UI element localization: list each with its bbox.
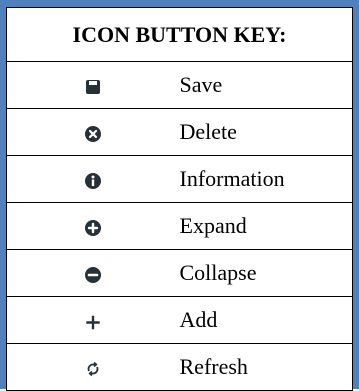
icon-button-key-table: ICON BUTTON KEY: Save Delete Information…: [6, 7, 353, 391]
key-label-save: Save: [179, 61, 353, 109]
refresh-icon: [84, 360, 102, 378]
key-row-expand: Expand: [6, 202, 353, 250]
information-icon: [84, 172, 102, 190]
add-icon: [84, 313, 102, 331]
key-row-information: Information: [6, 155, 353, 203]
key-label-expand: Expand: [179, 202, 353, 250]
key-title: ICON BUTTON KEY:: [6, 7, 353, 62]
key-header-row: ICON BUTTON KEY:: [6, 7, 353, 62]
key-row-refresh: Refresh: [6, 343, 353, 391]
key-row-delete: Delete: [6, 108, 353, 156]
key-row-save: Save: [6, 61, 353, 109]
delete-icon: [84, 125, 102, 143]
key-label-collapse: Collapse: [179, 249, 353, 297]
expand-icon: [84, 219, 102, 237]
icon-key-frame: ICON BUTTON KEY: Save Delete Information…: [0, 0, 359, 391]
save-icon: [84, 78, 102, 96]
key-row-add: Add: [6, 296, 353, 344]
key-label-delete: Delete: [179, 108, 353, 156]
key-row-collapse: Collapse: [6, 249, 353, 297]
key-label-add: Add: [179, 296, 353, 344]
collapse-icon: [84, 266, 102, 284]
key-label-information: Information: [179, 155, 353, 203]
key-label-refresh: Refresh: [179, 343, 353, 391]
